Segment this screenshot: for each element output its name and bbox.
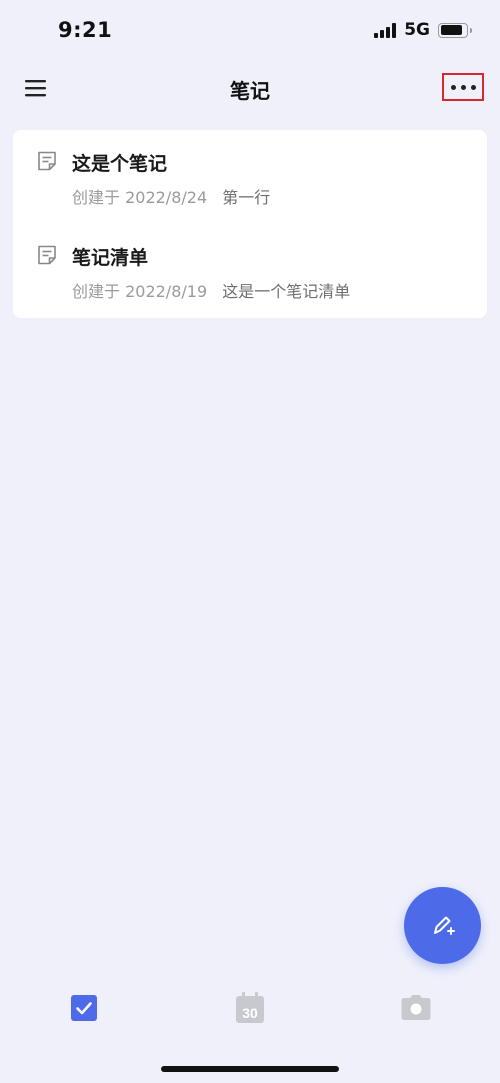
note-date: 创建于 2022/8/24 xyxy=(72,188,208,207)
note-item[interactable]: 笔记清单 创建于 2022/8/19 这是一个笔记清单 xyxy=(13,224,487,318)
network-type: 5G xyxy=(404,20,430,40)
nav-bar: 笔记 xyxy=(0,62,500,118)
pen-plus-icon xyxy=(433,916,455,935)
more-dot xyxy=(470,84,476,90)
camera-icon xyxy=(401,995,431,1020)
more-options-button[interactable] xyxy=(442,73,484,101)
status-bar: 9:21 5G xyxy=(0,0,500,62)
home-indicator[interactable] xyxy=(161,1066,339,1072)
note-item[interactable]: 这是个笔记 创建于 2022/8/24 第一行 xyxy=(13,130,487,224)
notes-list: 这是个笔记 创建于 2022/8/24 第一行 笔记清单 创建于 2022/8/… xyxy=(13,130,487,318)
new-note-button[interactable] xyxy=(404,887,481,964)
calendar-icon: 30 xyxy=(236,992,264,1023)
more-dot xyxy=(460,84,466,90)
page-title: 笔记 xyxy=(230,79,270,103)
tab-tasks[interactable] xyxy=(66,990,102,1026)
note-title: 这是个笔记 xyxy=(72,153,168,175)
calendar-day-label: 30 xyxy=(242,1005,258,1021)
note-preview: 第一行 xyxy=(222,188,271,207)
status-indicators: 5G xyxy=(374,20,472,40)
note-meta: 创建于 2022/8/24 第一行 xyxy=(72,184,270,208)
note-title: 笔记清单 xyxy=(72,247,149,269)
battery-icon xyxy=(438,22,472,38)
tab-calendar[interactable]: 30 xyxy=(232,990,268,1026)
tab-camera[interactable] xyxy=(398,990,434,1026)
battery-level xyxy=(440,25,462,35)
note-icon xyxy=(38,245,56,265)
note-icon xyxy=(38,151,56,171)
signal-icon xyxy=(374,22,397,38)
more-dots-icon xyxy=(450,84,456,90)
checkbox-icon xyxy=(71,995,97,1021)
status-time: 9:21 xyxy=(58,18,113,42)
note-meta: 创建于 2022/8/19 这是一个笔记清单 xyxy=(72,278,350,302)
note-date: 创建于 2022/8/19 xyxy=(72,282,208,301)
note-preview: 这是一个笔记清单 xyxy=(222,282,351,301)
